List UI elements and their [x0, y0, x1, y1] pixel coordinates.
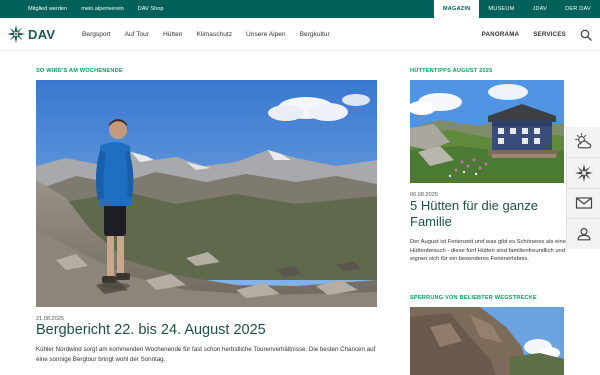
tab-der-dav[interactable]: DER DAV	[556, 0, 600, 18]
rock-cliff-photo	[410, 307, 564, 375]
edelweiss-icon	[574, 163, 593, 182]
tab-jdav[interactable]: JDAV	[523, 0, 556, 18]
nav-klimaschutz[interactable]: Klimaschutz	[196, 31, 232, 38]
side-article-1-eyebrow: HÜTTENTIPPS AUGUST 2025	[410, 68, 493, 74]
newsletter-button[interactable]	[567, 189, 600, 220]
side-article-1-teaser: Der August ist Ferienzeit und was gibt e…	[410, 239, 570, 263]
nav-unsere-alpen[interactable]: Unsere Alpen	[246, 31, 286, 38]
header-right-nav: PANORAMA SERVICES	[482, 18, 592, 51]
nav-auf-tour[interactable]: Auf Tour	[125, 31, 149, 38]
edelweiss-icon	[7, 25, 25, 43]
search-icon[interactable]	[580, 29, 592, 41]
nav-bergsport[interactable]: Bergsport	[82, 31, 111, 38]
dav-logo[interactable]: DAV	[7, 25, 55, 43]
site-header: DAV Bergsport Auf Tour Hütten Klimaschut…	[0, 18, 600, 51]
quick-action-rail	[566, 127, 600, 249]
side-article-2-eyebrow: SPERRUNG VON BELIEBTER WEGSTRECKE	[410, 295, 537, 301]
utility-links: Mitglied werden mein.alpenverein DAV Sho…	[28, 0, 164, 18]
mountain-hut-photo	[410, 80, 564, 183]
mountain-hiker-photo	[36, 80, 377, 307]
side-article-1-title[interactable]: 5 Hütten für die ganze Familie	[410, 198, 570, 230]
member-icon	[577, 228, 590, 241]
main-article-title[interactable]: Bergbericht 22. bis 24. August 2025	[36, 322, 266, 338]
link-dav-shop[interactable]: DAV Shop	[138, 6, 164, 12]
link-mein-alpenverein[interactable]: mein.alpenverein	[81, 6, 124, 12]
side-article-2-image[interactable]	[410, 307, 564, 375]
section-tabs: MAGAZIN MUSEUM JDAV DER DAV	[433, 0, 600, 18]
nav-bergkultur[interactable]: Bergkultur	[300, 31, 330, 38]
nav-services[interactable]: SERVICES	[533, 31, 566, 38]
tab-magazin[interactable]: MAGAZIN	[433, 0, 480, 18]
member-login-button[interactable]	[567, 219, 600, 249]
weather-button[interactable]	[567, 127, 600, 158]
link-become-member[interactable]: Mitglied werden	[28, 6, 67, 12]
logo-text: DAV	[28, 26, 56, 42]
main-article-eyebrow: SO WIRD'S AM WOCHENENDE	[36, 68, 123, 74]
edelweiss-button[interactable]	[567, 158, 600, 189]
tab-museum[interactable]: MUSEUM	[479, 0, 523, 18]
mail-icon	[575, 197, 592, 209]
nav-panorama[interactable]: PANORAMA	[482, 31, 520, 38]
main-navigation: Bergsport Auf Tour Hütten Klimaschutz Un…	[82, 18, 330, 51]
nav-huetten[interactable]: Hütten	[163, 31, 182, 38]
main-article-teaser: Kühler Nordwind sorgt am kommenden Woche…	[36, 346, 376, 363]
utility-bar: Mitglied werden mein.alpenverein DAV Sho…	[0, 0, 600, 18]
side-article-1-image[interactable]	[410, 80, 564, 183]
weather-icon	[574, 133, 591, 149]
main-article-image[interactable]	[36, 80, 377, 307]
